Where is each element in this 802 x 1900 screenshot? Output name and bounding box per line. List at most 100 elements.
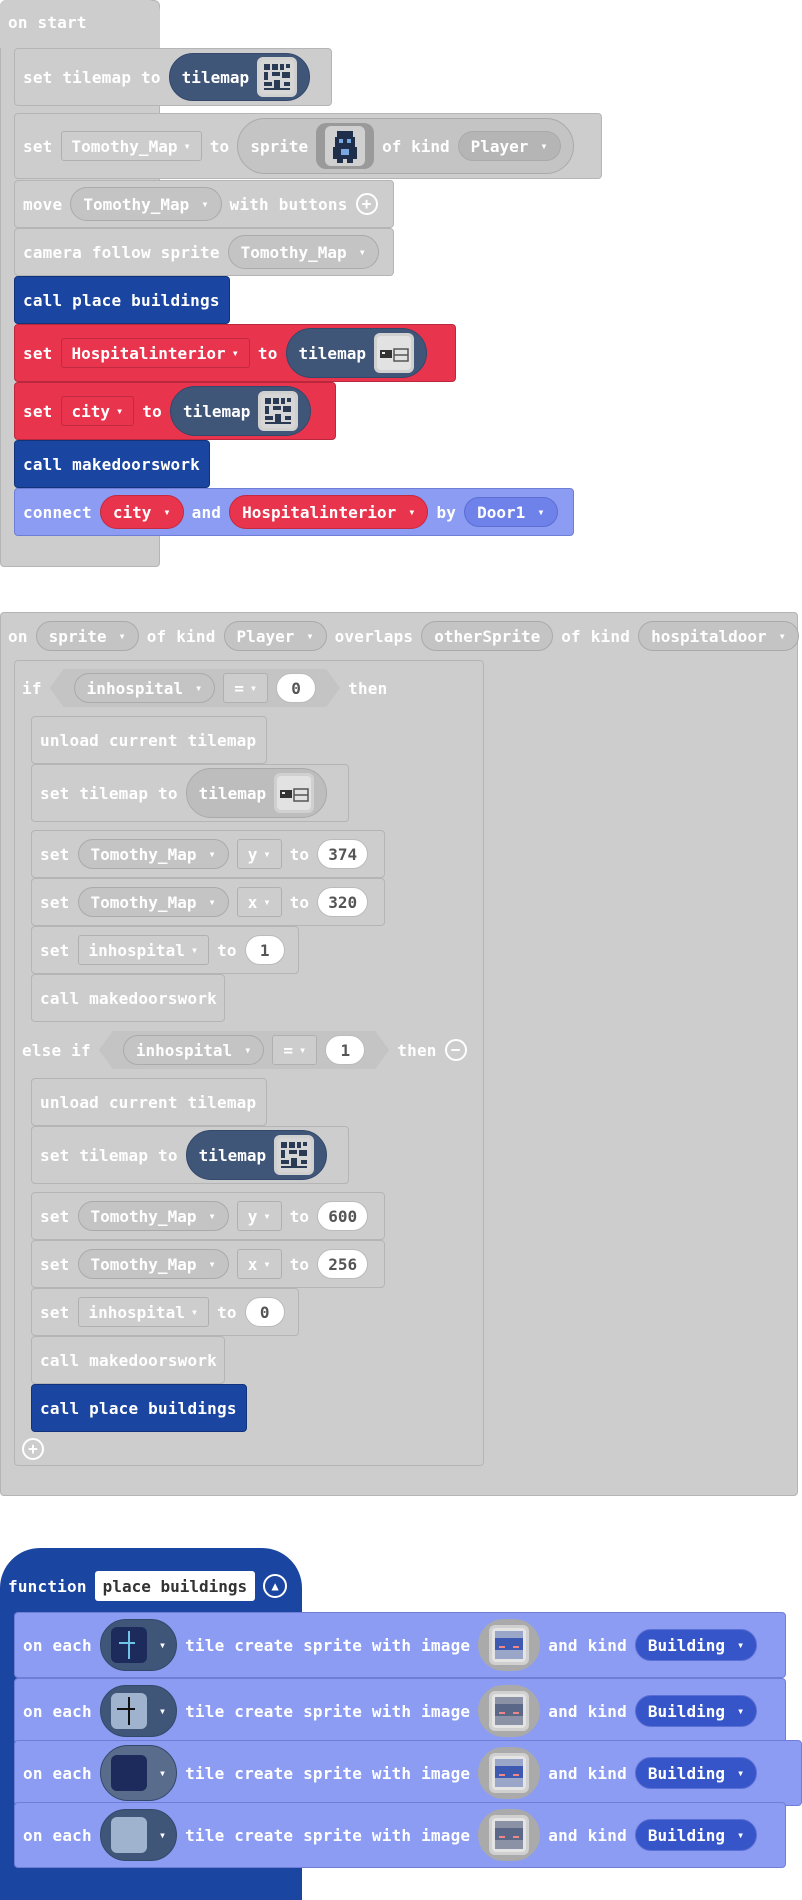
else-if-label: else if: [22, 1040, 91, 1060]
function-name-field[interactable]: place buildings: [94, 1571, 256, 1601]
set-tilemap-block[interactable]: set tilemap to tilemap: [31, 1126, 349, 1184]
number-input[interactable]: 1: [244, 935, 285, 965]
camera-follow-block[interactable]: camera follow sprite Tomothy_Map: [14, 228, 394, 276]
add-icon[interactable]: +: [355, 193, 378, 215]
tilemap-pill[interactable]: tilemap: [285, 328, 427, 378]
image-pill[interactable]: [478, 1809, 541, 1861]
set-tilemap-block[interactable]: set tilemap to tilemap: [14, 48, 332, 106]
tilemap-thumbnail-icon[interactable]: [257, 57, 298, 97]
set-sprite-block[interactable]: set Tomothy_Map to sprite of kind Player: [14, 113, 602, 179]
call-place-buildings-block[interactable]: call place buildings: [14, 276, 230, 324]
set-inhospital-block[interactable]: set inhospital to 1: [31, 926, 299, 974]
operator-dropdown[interactable]: =: [272, 1035, 317, 1065]
variable-dropdown-inhospital[interactable]: inhospital: [77, 1297, 210, 1327]
sprite-dropdown[interactable]: Tomothy_Map: [77, 1249, 229, 1279]
of-kind-label: of kind: [146, 626, 216, 646]
set-tomothy-y-block[interactable]: set Tomothy_Map y to 600: [31, 1192, 385, 1240]
image-pill[interactable]: [478, 1619, 541, 1671]
connect-hospitalinterior-dropdown[interactable]: Hospitalinterior: [229, 495, 429, 529]
tile-create-sprite-block-4[interactable]: on each tile create sprite with image an…: [14, 1802, 786, 1868]
image-pill[interactable]: [478, 1747, 541, 1799]
set-city-block[interactable]: set city to tilemap: [14, 382, 336, 440]
image-pill[interactable]: [478, 1685, 541, 1737]
sprite-thumbnail-icon[interactable]: [316, 123, 375, 169]
sprite-var-dropdown[interactable]: sprite: [35, 621, 139, 651]
tilemap-thumbnail-icon[interactable]: [258, 391, 299, 431]
number-input[interactable]: 600: [317, 1201, 369, 1231]
tilemap-pill[interactable]: tilemap: [168, 53, 311, 101]
comparison-block[interactable]: inhospital = 0: [50, 669, 340, 707]
move-with-buttons-block[interactable]: move Tomothy_Map with buttons +: [14, 180, 394, 228]
variable-dropdown-city[interactable]: city: [60, 396, 135, 426]
condition-var-dropdown[interactable]: inhospital: [123, 1035, 265, 1065]
door-dropdown[interactable]: Door1: [464, 497, 558, 527]
call-makedoorswork-block[interactable]: call makedoorswork: [14, 440, 210, 488]
connect-city-dropdown[interactable]: city: [99, 495, 184, 529]
add-icon[interactable]: +: [22, 1438, 44, 1460]
number-input[interactable]: 320: [317, 887, 369, 917]
kind-label: Building: [647, 1701, 725, 1721]
set-tomothy-y-block[interactable]: set Tomothy_Map y to 374: [31, 830, 385, 878]
sprite-dropdown[interactable]: Tomothy_Map: [77, 839, 229, 869]
tilemap-pill[interactable]: tilemap: [169, 386, 312, 436]
kind-label: Building: [647, 1763, 725, 1783]
number-input[interactable]: 1: [325, 1035, 365, 1065]
property-dropdown-y[interactable]: y: [236, 1201, 282, 1231]
number-input[interactable]: 374: [317, 839, 369, 869]
connect-city-label: city: [112, 502, 152, 522]
kind-dropdown-building[interactable]: Building: [634, 1819, 758, 1851]
other-sprite-var[interactable]: otherSprite: [421, 621, 554, 651]
set-hospitalinterior-block[interactable]: set Hospitalinterior to tilemap: [14, 324, 456, 382]
tile-dropdown[interactable]: [99, 1745, 178, 1801]
condition-var-dropdown[interactable]: inhospital: [74, 673, 216, 703]
on-each-label: on each: [23, 1825, 92, 1845]
variable-dropdown-inhospital[interactable]: inhospital: [77, 935, 210, 965]
call-makedoorswork-block[interactable]: call makedoorswork: [31, 974, 225, 1022]
property-dropdown-y[interactable]: y: [236, 839, 282, 869]
set-inhospital-block[interactable]: set inhospital to 0: [31, 1288, 299, 1336]
call-place-buildings-block[interactable]: call place buildings: [31, 1384, 247, 1432]
unload-tilemap-block[interactable]: unload current tilemap: [31, 1078, 267, 1126]
operator-dropdown[interactable]: =: [223, 673, 268, 703]
property-dropdown-x[interactable]: x: [236, 887, 282, 917]
camera-sprite-dropdown[interactable]: Tomothy_Map: [227, 235, 379, 269]
kind-dropdown-building[interactable]: Building: [634, 1695, 758, 1727]
tilemap-thumbnail-icon[interactable]: [373, 333, 414, 373]
move-sprite-dropdown[interactable]: Tomothy_Map: [70, 187, 222, 221]
sprite-create-pill[interactable]: sprite of kind Player: [237, 118, 574, 174]
tilemap-pill[interactable]: tilemap: [185, 768, 328, 818]
property-dropdown-x[interactable]: x: [236, 1249, 282, 1279]
tile-create-sprite-block-3[interactable]: on each tile create sprite with image an…: [14, 1740, 802, 1806]
tilemap-thumbnail-icon[interactable]: [274, 1135, 315, 1175]
sprite-dropdown[interactable]: Tomothy_Map: [77, 887, 229, 917]
tilemap-thumbnail-icon[interactable]: [274, 773, 315, 813]
tile-create-sprite-block-1[interactable]: on each tile create sprite with image an…: [14, 1612, 786, 1678]
set-tomothy-x-block[interactable]: set Tomothy_Map x to 320: [31, 878, 385, 926]
variable-dropdown-hospitalinterior[interactable]: Hospitalinterior: [60, 338, 250, 368]
collapse-icon[interactable]: ▲: [263, 1574, 288, 1598]
tile-dropdown[interactable]: [99, 1809, 178, 1861]
tile-dropdown[interactable]: [99, 1685, 178, 1737]
tile-dropdown[interactable]: [99, 1619, 178, 1671]
comparison-block[interactable]: inhospital = 1: [99, 1031, 389, 1069]
call-makedoorswork-block[interactable]: call makedoorswork: [31, 1336, 225, 1384]
set-tilemap-block[interactable]: set tilemap to tilemap: [31, 764, 349, 822]
number-input[interactable]: 0: [244, 1297, 285, 1327]
tilemap-pill[interactable]: tilemap: [185, 1130, 328, 1180]
call-makedoorswork-label: call makedoorswork: [40, 988, 217, 1008]
kind-dropdown-building[interactable]: Building: [634, 1629, 758, 1661]
to-label: to: [217, 1302, 237, 1322]
variable-dropdown-tomothy[interactable]: Tomothy_Map: [60, 131, 202, 161]
sprite-dropdown[interactable]: Tomothy_Map: [77, 1201, 229, 1231]
set-tomothy-x-block[interactable]: set Tomothy_Map x to 256: [31, 1240, 385, 1288]
kind-dropdown-player[interactable]: Player: [457, 131, 561, 161]
tile-create-sprite-block-2[interactable]: on each tile create sprite with image an…: [14, 1678, 786, 1744]
kind-dropdown-hospitaldoor[interactable]: hospitaldoor: [638, 621, 799, 651]
number-input[interactable]: 256: [317, 1249, 369, 1279]
remove-icon[interactable]: −: [444, 1039, 467, 1061]
connect-block[interactable]: connect city and Hospitalinterior by Doo…: [14, 488, 574, 536]
unload-tilemap-block[interactable]: unload current tilemap: [31, 716, 267, 764]
number-input[interactable]: 0: [276, 673, 316, 703]
kind-dropdown-building[interactable]: Building: [634, 1757, 758, 1789]
kind-dropdown-player[interactable]: Player: [223, 621, 327, 651]
